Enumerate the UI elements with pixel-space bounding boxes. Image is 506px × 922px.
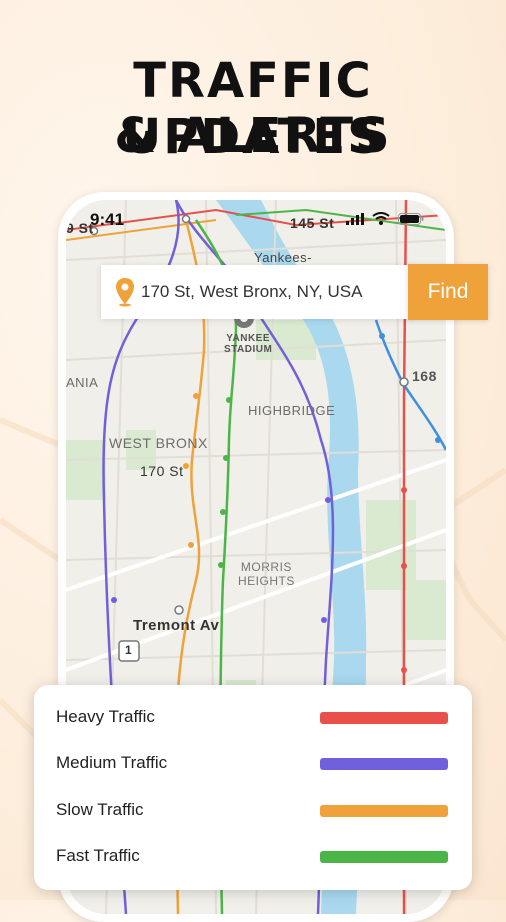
map-label-168: 168 [412,368,437,384]
legend-swatch-medium [320,758,448,770]
headline-line-2: & ALERTS [114,108,392,164]
battery-icon [398,212,424,225]
status-time: 9:41 [90,210,125,229]
legend-label: Fast Traffic [56,846,140,865]
status-icons [346,212,424,225]
legend-swatch-fast [320,851,448,863]
search-bar[interactable]: 170 St, West Bronx, NY, USA [101,265,411,319]
legend-swatch-slow [320,805,448,817]
legend-swatch-heavy [320,712,448,724]
route-shield-label: 1 [125,643,133,657]
legend-item-heavy: Heavy Traffic [34,702,472,732]
map-label-mania: ANIA [66,375,99,390]
map-label-highbridge: HIGHBRIDGE [248,403,336,418]
map-label-morris-heights: MORRIS HEIGHTS [238,560,295,588]
map-label-tremont: Tremont Av [133,617,220,634]
traffic-legend: Heavy Traffic Medium Traffic Slow Traffi… [34,685,472,890]
legend-item-fast: Fast Traffic [34,841,472,871]
legend-label: Medium Traffic [56,753,168,772]
wifi-icon [372,212,390,225]
map-label-west-bronx: WEST BRONX [109,435,208,451]
legend-label: Heavy Traffic [56,707,155,726]
map-label-145-st: 145 St [290,215,335,231]
search-input[interactable]: 170 St, West Bronx, NY, USA [141,282,362,302]
map-label-left-st: 9 St [66,220,94,236]
location-pin-icon [116,278,134,307]
map-label-170-st: 170 St [140,463,184,479]
legend-label: Slow Traffic [56,800,144,819]
map-label-yankee-stadium: YANKEE STADIUM [224,333,273,355]
map-label-yankees: Yankees- [254,250,312,265]
find-button[interactable]: Find [408,264,488,320]
cellular-signal-icon [346,212,364,225]
legend-item-medium: Medium Traffic [34,748,472,778]
legend-item-slow: Slow Traffic [34,795,472,825]
